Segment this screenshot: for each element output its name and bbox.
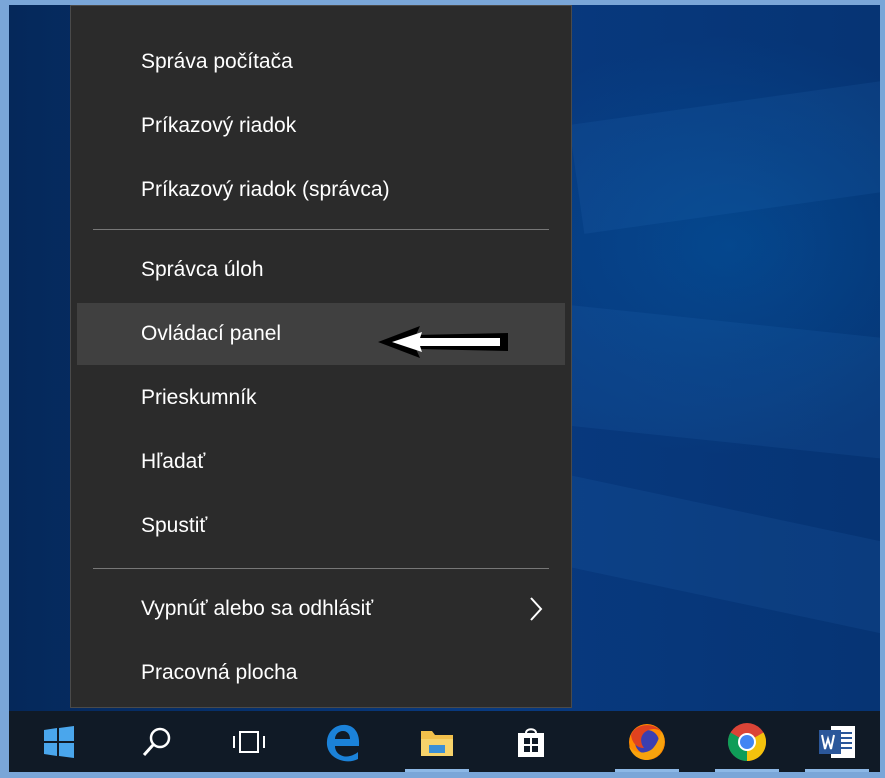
menu-item-label: Pracovná plocha: [141, 661, 298, 684]
left-arrow-annotation-icon: [376, 322, 510, 367]
menu-item-search[interactable]: Hľadať: [77, 431, 565, 493]
taskbar: [9, 711, 880, 772]
chevron-right-icon: [529, 578, 543, 640]
menu-item-label: Prieskumník: [141, 386, 257, 409]
chrome-taskbar-button[interactable]: [701, 711, 793, 772]
task-view-button[interactable]: [203, 711, 295, 772]
menu-item-task-manager[interactable]: Správca úloh: [77, 239, 565, 301]
menu-item-label: Spustiť: [141, 514, 208, 537]
menu-separator: [93, 229, 549, 230]
task-view-icon: [233, 730, 265, 753]
menu-item-desktop[interactable]: Pracovná plocha: [77, 642, 565, 704]
menu-item-label: Príkazový riadok: [141, 114, 297, 137]
windows-start-icon: [44, 725, 74, 758]
chrome-icon: [727, 722, 767, 761]
start-context-menu: Správa počítača Príkazový riadok Príkazo…: [70, 5, 572, 708]
search-icon: [142, 727, 171, 756]
menu-item-label: Ovládací panel: [141, 322, 282, 345]
edge-taskbar-button[interactable]: [297, 711, 389, 772]
menu-separator: [93, 568, 549, 569]
menu-item-file-explorer[interactable]: Prieskumník: [77, 367, 565, 429]
start-button[interactable]: [9, 711, 109, 772]
firefox-icon: [629, 723, 665, 760]
menu-item-command-prompt-admin[interactable]: Príkazový riadok (správca): [77, 159, 565, 221]
menu-item-shutdown-signout[interactable]: Vypnúť alebo sa odhlásiť: [77, 578, 565, 640]
menu-item-label: Vypnúť alebo sa odhlásiť: [141, 597, 374, 620]
search-button[interactable]: [111, 711, 203, 772]
word-taskbar-button[interactable]: [791, 711, 883, 772]
file-explorer-icon: [421, 730, 453, 756]
menu-item-label: Hľadať: [141, 450, 206, 473]
menu-item-label: Správa počítača: [141, 50, 293, 73]
store-icon: [518, 727, 544, 757]
menu-item-command-prompt[interactable]: Príkazový riadok: [77, 95, 565, 157]
edge-browser-icon: [326, 724, 360, 761]
store-taskbar-button[interactable]: [485, 711, 577, 772]
firefox-taskbar-button[interactable]: [601, 711, 693, 772]
menu-item-computer-management[interactable]: Správa počítača: [77, 31, 565, 93]
file-explorer-taskbar-button[interactable]: [391, 711, 483, 772]
word-icon: [819, 725, 855, 758]
menu-item-label: Príkazový riadok (správca): [141, 178, 390, 201]
menu-item-label: Správca úloh: [141, 258, 264, 281]
menu-item-run[interactable]: Spustiť: [77, 495, 565, 557]
